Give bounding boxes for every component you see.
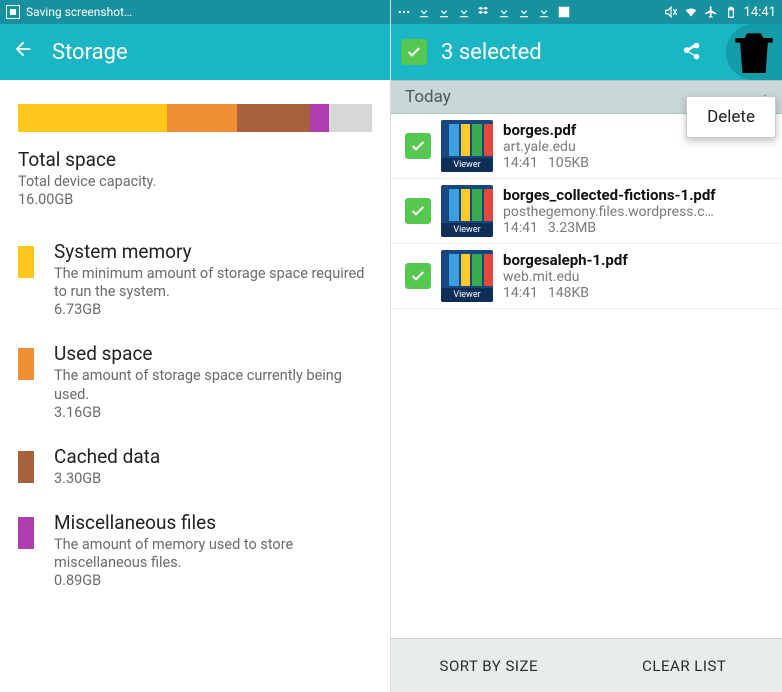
total-space-section[interactable]: Total space Total device capacity. 16.00… xyxy=(0,142,390,226)
select-all-checkbox[interactable] xyxy=(401,39,427,65)
download-icon xyxy=(537,5,551,19)
status-icons-right: 14:41 xyxy=(664,5,776,20)
file-checkbox[interactable] xyxy=(405,263,431,289)
file-name: borges_collected-fictions-1.pdf xyxy=(503,186,774,204)
total-space-value: 16.00GB xyxy=(18,191,372,208)
delete-menu-label: Delete xyxy=(707,107,755,127)
clear-list-button[interactable]: CLEAR LIST xyxy=(587,639,782,692)
file-source: posthegemony.files.wordpress.c… xyxy=(503,204,774,220)
back-button[interactable] xyxy=(12,38,34,66)
storage-item-desc: The amount of memory used to store misce… xyxy=(54,536,372,572)
image-icon xyxy=(557,5,571,19)
date-section-label: Today xyxy=(405,87,451,107)
storage-bar-segment xyxy=(310,104,330,132)
sort-by-size-button[interactable]: SORT BY SIZE xyxy=(391,639,587,692)
file-thumbnail: Viewer xyxy=(441,185,493,237)
file-checkbox[interactable] xyxy=(405,133,431,159)
file-name: borgesaleph-1.pdf xyxy=(503,251,774,269)
storage-item[interactable]: Miscellaneous filesThe amount of memory … xyxy=(0,497,390,599)
file-size: 3.23MB xyxy=(548,220,596,236)
status-bar: 14:41 xyxy=(391,0,782,24)
color-swatch xyxy=(18,246,34,278)
delete-button[interactable] xyxy=(726,24,782,80)
selection-count: 3 selected xyxy=(441,40,542,65)
download-icon xyxy=(417,5,431,19)
footer-bar: SORT BY SIZE CLEAR LIST xyxy=(391,638,782,692)
dropbox-icon xyxy=(477,5,491,19)
file-size: 105KB xyxy=(548,155,589,171)
download-icon xyxy=(497,5,511,19)
storage-bar-segment xyxy=(237,104,310,132)
storage-item[interactable]: Used spaceThe amount of storage space cu… xyxy=(0,328,390,430)
total-space-title: Total space xyxy=(18,148,372,171)
file-time: 14:41 xyxy=(503,155,538,171)
storage-settings-pane: Saving screenshot… Storage Total space T… xyxy=(0,0,391,692)
storage-bar-container xyxy=(0,80,390,142)
thumb-label: Viewer xyxy=(441,288,493,302)
storage-item[interactable]: Cached data 3.30GB xyxy=(0,431,390,497)
clock-text: 14:41 xyxy=(744,5,776,20)
storage-item-value: 3.16GB xyxy=(54,404,372,421)
delete-menu-item[interactable]: Delete xyxy=(686,96,776,138)
file-checkbox[interactable] xyxy=(405,198,431,224)
file-list: Viewerborges.pdfart.yale.edu14:41105KBVi… xyxy=(391,114,782,309)
color-swatch xyxy=(18,517,34,549)
download-icon xyxy=(437,5,451,19)
battery-icon xyxy=(724,5,738,19)
storage-bar-segment xyxy=(18,104,167,132)
status-text: Saving screenshot… xyxy=(26,5,132,19)
status-bar: Saving screenshot… xyxy=(0,0,390,24)
more-icon xyxy=(397,5,411,19)
storage-item-title: Miscellaneous files xyxy=(54,511,372,534)
storage-item[interactable]: System memoryThe minimum amount of stora… xyxy=(0,226,390,328)
storage-items-list: System memoryThe minimum amount of stora… xyxy=(0,226,390,599)
app-bar: Storage xyxy=(0,24,390,80)
color-swatch xyxy=(18,348,34,380)
file-time: 14:41 xyxy=(503,285,538,301)
file-size: 148KB xyxy=(548,285,589,301)
selection-app-bar: 3 selected xyxy=(391,24,782,80)
file-row[interactable]: Viewer borgesaleph-1.pdfweb.mit.edu14:41 1… xyxy=(391,244,782,309)
storage-item-value: 3.30GB xyxy=(54,470,372,487)
file-source: web.mit.edu xyxy=(503,269,774,285)
file-thumbnail: Viewer xyxy=(441,120,493,172)
share-button[interactable] xyxy=(670,31,712,73)
screenshot-icon xyxy=(6,5,20,19)
storage-item-title: Cached data xyxy=(54,445,372,468)
file-row[interactable]: Viewer borges_collected-fictions-1.pdfpos… xyxy=(391,179,782,244)
storage-bar-free xyxy=(329,104,372,132)
downloads-pane: 14:41 3 selected Today Delete Viewer borg… xyxy=(391,0,782,692)
color-swatch xyxy=(18,451,34,483)
file-source: art.yale.edu xyxy=(503,139,774,155)
mute-icon xyxy=(664,5,678,19)
download-icon xyxy=(517,5,531,19)
download-icon xyxy=(457,5,471,19)
storage-bar-segment xyxy=(167,104,237,132)
airplane-icon xyxy=(704,5,718,19)
thumb-label: Viewer xyxy=(441,223,493,237)
page-title: Storage xyxy=(52,40,128,65)
status-icons-left xyxy=(397,5,571,19)
storage-usage-bar xyxy=(18,104,372,132)
total-space-desc: Total device capacity. xyxy=(18,173,372,191)
storage-item-desc: The minimum amount of storage space requ… xyxy=(54,265,372,301)
storage-item-desc: The amount of storage space currently be… xyxy=(54,367,372,403)
wifi-icon xyxy=(684,5,698,19)
storage-item-value: 6.73GB xyxy=(54,301,372,318)
file-thumbnail: Viewer xyxy=(441,250,493,302)
thumb-label: Viewer xyxy=(441,158,493,172)
file-time: 14:41 xyxy=(503,220,538,236)
storage-item-title: System memory xyxy=(54,240,372,263)
storage-item-title: Used space xyxy=(54,342,372,365)
storage-item-value: 0.89GB xyxy=(54,572,372,589)
